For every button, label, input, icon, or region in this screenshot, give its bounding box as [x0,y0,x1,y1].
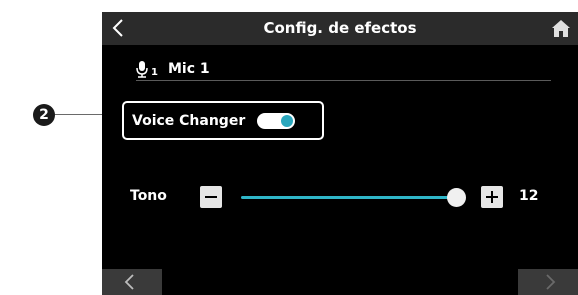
callout-number-badge: 2 [33,104,55,126]
device-screen: Config. de efectos 1 Mic 1 Voice Changer [102,12,578,295]
voice-changer-toggle[interactable] [257,113,295,129]
chevron-left-icon [124,274,134,290]
toggle-knob [281,115,293,127]
microphone-icon [136,61,148,78]
tono-slider-thumb[interactable] [447,188,466,207]
voice-changer-label: Voice Changer [132,112,246,129]
title-bar: Config. de efectos [102,12,578,45]
voice-changer-row: Voice Changer [122,101,324,140]
chevron-right-icon [546,274,556,290]
page-title: Config. de efectos [263,19,417,37]
previous-page-button[interactable] [102,269,162,295]
home-icon [552,20,570,37]
manual-figure: 2 Config. de efectos 1 Mic 1 Voice Chang… [0,0,578,295]
next-page-button[interactable] [518,269,578,295]
home-button[interactable] [548,16,574,42]
tono-slider-track[interactable] [241,196,457,199]
tono-increase-button[interactable] [481,186,503,208]
channel-name: Mic 1 [167,61,210,77]
channel-header: 1 Mic 1 [135,58,210,80]
tono-value: 12 [519,188,539,204]
channel-number: 1 [151,67,158,78]
divider [136,80,551,81]
tono-label: Tono [130,188,167,204]
tono-decrease-button[interactable] [200,186,222,208]
